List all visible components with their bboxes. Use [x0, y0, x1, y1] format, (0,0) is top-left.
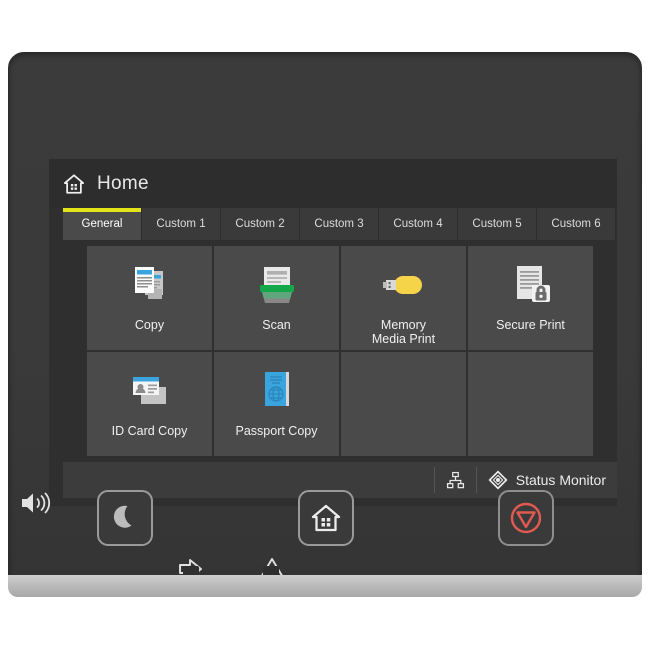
usb-drive-icon — [378, 259, 430, 311]
tab-general[interactable]: General — [63, 208, 142, 240]
tab-label: General — [81, 218, 123, 230]
document-lock-icon — [505, 259, 557, 311]
network-icon — [446, 471, 465, 490]
tile-label: Copy — [134, 318, 165, 332]
energy-saver-button[interactable] — [97, 490, 153, 546]
stop-icon — [509, 501, 543, 535]
panel-base-strip — [8, 575, 642, 597]
status-monitor-icon — [488, 470, 508, 490]
lcd-touchscreen[interactable]: Home General Custom 1 Custom 2 Custom 3 … — [49, 159, 617, 506]
tab-custom-3[interactable]: Custom 3 — [300, 208, 379, 240]
tile-memory-media-print[interactable]: Memory Media Print — [341, 246, 466, 350]
tile-empty-1[interactable] — [341, 352, 466, 456]
tile-label: Passport Copy — [235, 424, 318, 438]
tile-label: Scan — [262, 318, 291, 332]
tile-id-card-copy[interactable]: ID Card Copy — [87, 352, 212, 456]
house-icon — [311, 503, 341, 533]
tab-label: Custom 4 — [393, 218, 443, 230]
tile-empty-2[interactable] — [468, 352, 593, 456]
tab-custom-6[interactable]: Custom 6 — [537, 208, 616, 240]
tab-custom-1[interactable]: Custom 1 — [142, 208, 221, 240]
tab-label: Custom 6 — [551, 218, 601, 230]
home-button[interactable] — [298, 490, 354, 546]
printer-control-panel: Home General Custom 1 Custom 2 Custom 3 … — [8, 52, 642, 592]
stop-button[interactable] — [498, 490, 554, 546]
tab-label: Custom 3 — [314, 218, 364, 230]
home-icon — [63, 173, 85, 195]
tile-scan[interactable]: Scan — [214, 246, 339, 350]
copy-documents-icon — [124, 259, 176, 311]
tile-passport-copy[interactable]: Passport Copy — [214, 352, 339, 456]
tab-custom-5[interactable]: Custom 5 — [458, 208, 537, 240]
tab-strip[interactable]: General Custom 1 Custom 2 Custom 3 Custo… — [63, 208, 617, 240]
screen-header: Home — [49, 159, 617, 208]
tab-label: Custom 1 — [156, 218, 206, 230]
tile-copy[interactable]: Copy — [87, 246, 212, 350]
tab-custom-2[interactable]: Custom 2 — [221, 208, 300, 240]
tile-label: ID Card Copy — [111, 424, 188, 438]
network-status-button[interactable] — [435, 462, 476, 498]
page-title: Home — [97, 172, 149, 194]
tab-label: Custom 2 — [235, 218, 285, 230]
tab-label: Custom 5 — [472, 218, 522, 230]
tab-custom-4[interactable]: Custom 4 — [379, 208, 458, 240]
tile-label: Memory Media Print — [371, 318, 436, 346]
passport-icon — [251, 365, 303, 417]
speaker-volume-icon — [19, 490, 53, 516]
scanner-icon — [251, 259, 303, 311]
status-monitor-label: Status Monitor — [515, 472, 606, 488]
tile-secure-print[interactable]: Secure Print — [468, 246, 593, 350]
id-card-icon — [124, 365, 176, 417]
app-tile-grid: Copy Scan Memory Media Print Secure Prin… — [87, 246, 593, 456]
app-tile-area: Copy Scan Memory Media Print Secure Prin… — [63, 240, 617, 462]
tile-label: Secure Print — [496, 318, 565, 332]
moon-icon — [110, 503, 140, 533]
